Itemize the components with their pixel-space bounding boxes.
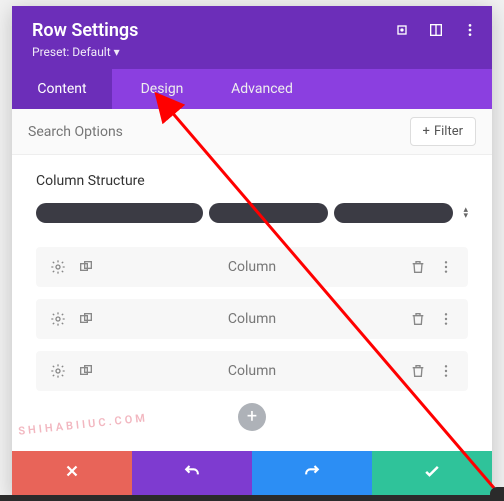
column-label: Column xyxy=(94,311,410,327)
panel-body: Column Structure ▴ ▾ Column xyxy=(12,155,492,451)
header-actions xyxy=(394,22,478,38)
gear-icon[interactable] xyxy=(50,311,66,327)
chevron-down-icon: ▾ xyxy=(463,213,468,219)
column-shape xyxy=(334,203,453,223)
duplicate-icon[interactable] xyxy=(78,259,94,275)
add-column-wrap: + xyxy=(36,403,468,431)
row-more-icon[interactable] xyxy=(438,259,454,275)
close-icon xyxy=(63,462,81,485)
column-structure-selector[interactable]: ▴ ▾ xyxy=(36,203,468,223)
filter-label: Filter xyxy=(434,124,463,139)
more-icon[interactable] xyxy=(462,22,478,38)
column-row[interactable]: Column xyxy=(36,299,468,339)
background-strip xyxy=(0,495,504,501)
column-shape xyxy=(209,203,328,223)
gear-icon[interactable] xyxy=(50,363,66,379)
tab-content[interactable]: Content xyxy=(12,69,112,109)
gear-icon[interactable] xyxy=(50,259,66,275)
tabs: Content Design Advanced xyxy=(12,69,492,109)
row-more-icon[interactable] xyxy=(438,363,454,379)
background-corner xyxy=(490,487,504,501)
search-input[interactable] xyxy=(28,124,410,140)
check-icon xyxy=(422,461,442,486)
tab-advanced[interactable]: Advanced xyxy=(212,69,312,109)
selector-stepper[interactable]: ▴ ▾ xyxy=(463,207,468,219)
panel-footer xyxy=(12,451,492,495)
settings-panel: Row Settings Preset: Default ▾ Content D… xyxy=(12,6,492,495)
filter-button[interactable]: + Filter xyxy=(410,117,476,146)
redo-button[interactable] xyxy=(252,451,372,495)
dropdown-icon: ▾ xyxy=(114,45,120,59)
help-icon[interactable] xyxy=(428,22,444,38)
duplicate-icon[interactable] xyxy=(78,311,94,327)
column-shape xyxy=(36,203,203,223)
trash-icon[interactable] xyxy=(410,311,426,327)
search-bar: + Filter xyxy=(12,109,492,155)
column-row[interactable]: Column xyxy=(36,247,468,287)
column-row[interactable]: Column xyxy=(36,351,468,391)
trash-icon[interactable] xyxy=(410,363,426,379)
duplicate-icon[interactable] xyxy=(78,363,94,379)
tab-design[interactable]: Design xyxy=(112,69,212,109)
cancel-button[interactable] xyxy=(12,451,132,495)
redo-icon xyxy=(302,461,322,486)
undo-icon xyxy=(182,461,202,486)
undo-button[interactable] xyxy=(132,451,252,495)
panel-header: Row Settings Preset: Default ▾ xyxy=(12,6,492,69)
plus-icon: + xyxy=(423,124,430,139)
column-label: Column xyxy=(94,259,410,275)
preset-selector[interactable]: Preset: Default ▾ xyxy=(32,45,472,59)
preset-label: Preset: Default xyxy=(32,45,111,59)
column-label: Column xyxy=(94,363,410,379)
row-more-icon[interactable] xyxy=(438,311,454,327)
section-title: Column Structure xyxy=(36,173,468,189)
add-column-button[interactable]: + xyxy=(238,403,266,431)
trash-icon[interactable] xyxy=(410,259,426,275)
save-button[interactable] xyxy=(372,451,492,495)
expand-icon[interactable] xyxy=(394,22,410,38)
